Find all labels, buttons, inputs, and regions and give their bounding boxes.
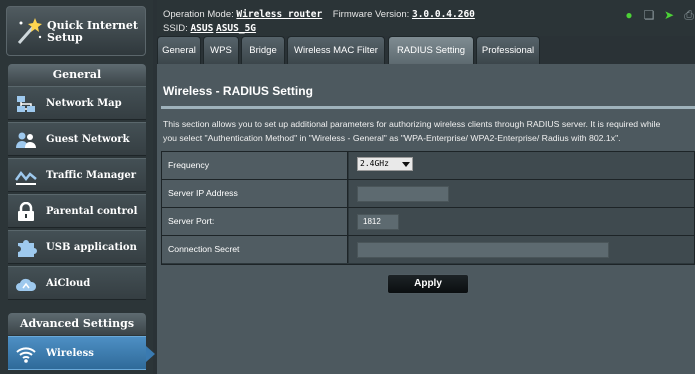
tab-professional[interactable]: Professional	[476, 36, 540, 64]
server-ip-cell	[349, 180, 694, 207]
frequency-row: Frequency 2.4GHz	[162, 152, 694, 180]
server-port-input[interactable]: 1812	[357, 214, 399, 230]
usb-icon[interactable]: ➤	[662, 8, 676, 22]
page-title: Wireless - RADIUS Setting	[163, 84, 313, 98]
tab-wireless-mac-filter[interactable]: Wireless MAC Filter	[287, 36, 385, 64]
tab-bar: General WPS Bridge Wireless MAC Filter R…	[157, 36, 695, 64]
copy-icon[interactable]: ❏	[642, 8, 656, 22]
tab-radius-setting[interactable]: RADIUS Setting	[388, 36, 474, 64]
status-icons: ● ❏ ➤ ⎙	[622, 8, 695, 22]
firmware-version-link[interactable]: 3.0.0.4.260	[412, 9, 475, 20]
quick-internet-setup-button[interactable]: Quick Internet Setup	[6, 6, 146, 56]
sidebar: Quick Internet Setup General Network Map…	[0, 0, 155, 374]
firmware-label: Firmware Version:	[332, 9, 410, 20]
status-bar: Operation Mode: Wireless router Firmware…	[157, 0, 695, 36]
client-status-icon[interactable]: ●	[622, 8, 636, 22]
description-line-1: This section allows you to set up additi…	[163, 119, 661, 129]
frequency-cell: 2.4GHz	[349, 152, 694, 179]
sidebar-item-usb-application[interactable]: USB application	[8, 230, 146, 264]
ssid-2g-link[interactable]: ASUS	[190, 23, 213, 34]
guest-network-icon	[16, 132, 36, 148]
wifi-icon	[16, 347, 36, 363]
ssid-line: SSID: ASUS ASUS_5G	[163, 23, 256, 34]
apply-button[interactable]: Apply	[387, 274, 469, 294]
operation-mode-label: Operation Mode:	[163, 9, 234, 20]
radius-settings-table: Frequency 2.4GHz Server IP Address Serve…	[161, 151, 695, 265]
advanced-settings-header: Advanced Settings	[8, 313, 146, 335]
magic-wand-icon	[17, 18, 42, 44]
ssid-5g-link[interactable]: ASUS_5G	[216, 23, 256, 34]
sidebar-item-label: USB application	[46, 242, 137, 253]
main-panel: Wireless - RADIUS Setting This section a…	[157, 64, 695, 374]
sidebar-item-label: Network Map	[46, 98, 122, 109]
lock-icon	[18, 202, 34, 221]
sidebar-item-guest-network[interactable]: Guest Network	[8, 122, 146, 156]
sidebar-item-label: Guest Network	[46, 134, 130, 145]
server-ip-row: Server IP Address	[162, 180, 694, 208]
chevron-down-icon	[402, 162, 410, 167]
frequency-select[interactable]: 2.4GHz	[357, 157, 413, 171]
sidebar-item-network-map[interactable]: Network Map	[8, 86, 146, 120]
active-indicator-arrow	[146, 346, 155, 362]
description-line-2: you select "Authentication Method" in "W…	[163, 133, 621, 143]
sidebar-item-parental-control[interactable]: Parental control	[8, 194, 146, 228]
ssid-label: SSID:	[163, 23, 188, 34]
operation-mode-line: Operation Mode: Wireless router Firmware…	[163, 9, 475, 20]
network-map-icon	[17, 96, 35, 112]
sidebar-item-aicloud[interactable]: AiCloud	[8, 266, 146, 300]
sidebar-item-wireless[interactable]: Wireless	[8, 336, 155, 370]
sidebar-item-traffic-manager[interactable]: Traffic Manager	[8, 158, 146, 192]
traffic-manager-icon	[15, 170, 37, 185]
tab-wps[interactable]: WPS	[203, 36, 239, 64]
operation-mode-link[interactable]: Wireless router	[236, 9, 322, 20]
sidebar-item-label: Wireless	[46, 348, 94, 359]
quick-internet-setup-label: Quick Internet Setup	[47, 19, 139, 44]
tab-general[interactable]: General	[157, 36, 201, 64]
server-port-label: Server Port:	[162, 208, 348, 235]
server-ip-input[interactable]	[357, 186, 449, 202]
puzzle-icon	[18, 240, 37, 257]
general-section-header: General	[8, 64, 146, 86]
page-description: This section allows you to set up additi…	[163, 117, 695, 145]
server-port-cell: 1812	[349, 208, 694, 235]
sidebar-item-label: AiCloud	[46, 278, 91, 289]
tab-bridge[interactable]: Bridge	[241, 36, 285, 64]
connection-secret-row: Connection Secret	[162, 236, 694, 264]
cloud-icon	[16, 278, 37, 291]
printer-icon[interactable]: ⎙	[682, 8, 695, 22]
frequency-selected-value: 2.4GHz	[360, 159, 389, 168]
sidebar-item-label: Parental control	[46, 206, 138, 217]
sidebar-item-label: Traffic Manager	[46, 170, 136, 181]
connection-secret-cell	[349, 236, 694, 263]
server-ip-label: Server IP Address	[162, 180, 348, 207]
title-divider	[161, 106, 695, 109]
connection-secret-label: Connection Secret	[162, 236, 348, 263]
frequency-label: Frequency	[162, 152, 348, 179]
connection-secret-input[interactable]	[357, 242, 609, 258]
server-port-row: Server Port: 1812	[162, 208, 694, 236]
